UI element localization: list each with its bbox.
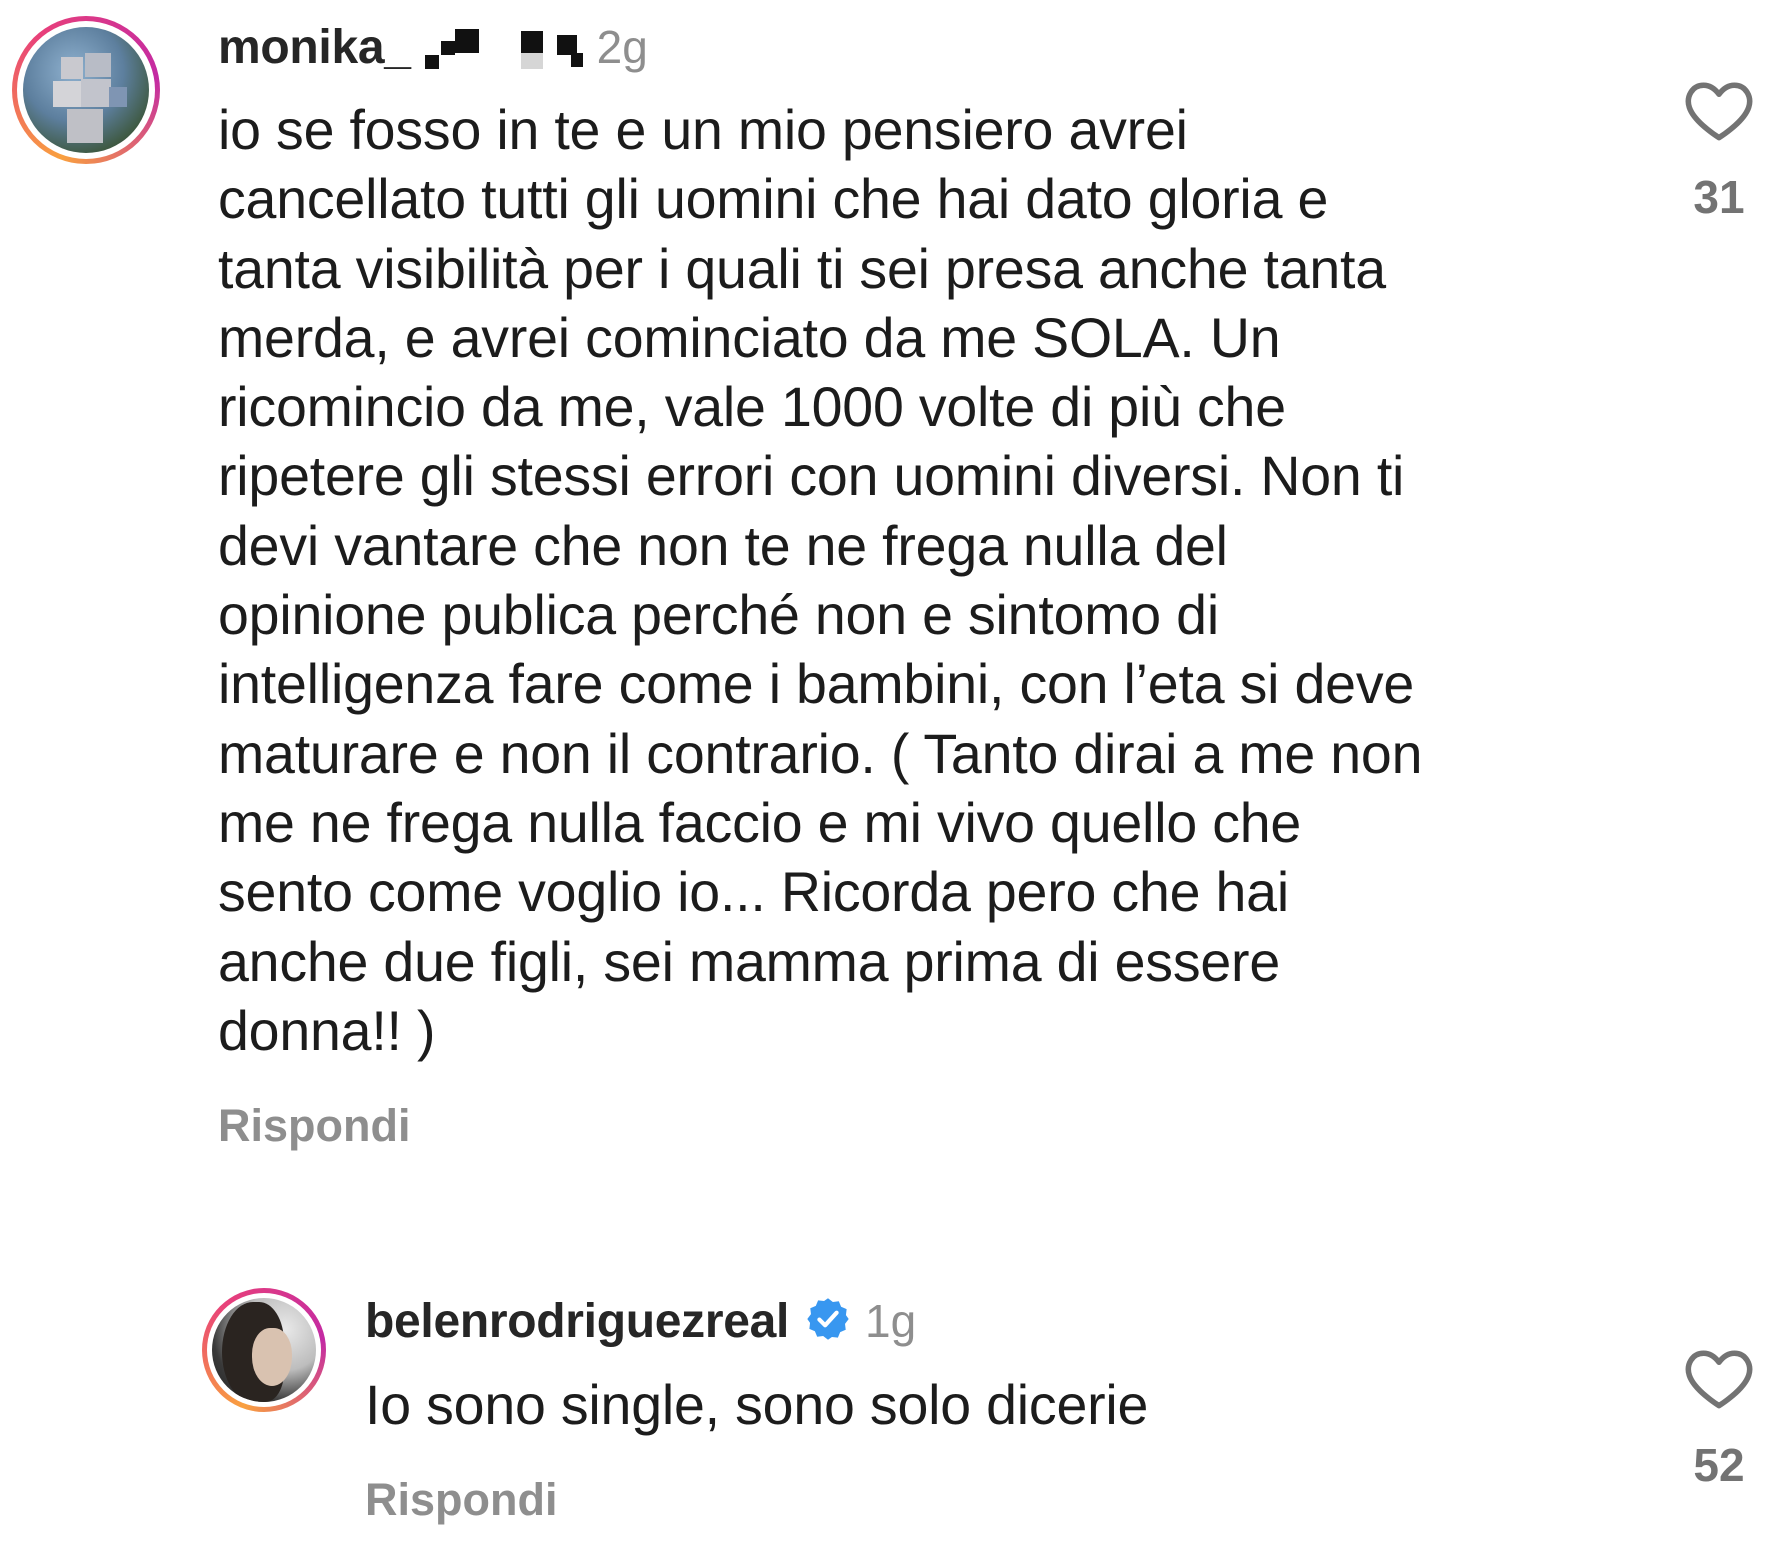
comment-time: 2g [596,21,648,73]
comment-time: 1g [865,1295,917,1347]
reply-button[interactable]: Rispondi [365,1474,557,1526]
like-group: 52 [1664,1346,1768,1492]
avatar-photo [212,1298,316,1402]
username[interactable]: belenrodriguezreal [365,1294,789,1349]
comment-text: io se fosso in te e un mio pensiero avre… [218,99,1423,1062]
username-censor-blocks [413,19,583,75]
avatar[interactable] [202,1288,326,1412]
reply-button[interactable]: Rispondi [218,1100,410,1152]
like-count: 31 [1693,171,1745,223]
like-count: 52 [1693,1439,1745,1491]
verified-badge-icon [805,1296,851,1347]
story-ring [207,1293,321,1407]
story-ring [17,21,155,159]
comment-header: monika_ 2g [218,14,648,80]
like-group: 31 [1664,78,1768,224]
heart-outline-icon[interactable] [1683,1346,1755,1410]
avatar-photo-blurred [23,27,149,153]
comment-text: Io sono single, sono solo dicerie [365,1374,1149,1436]
avatar[interactable] [12,16,160,164]
heart-outline-icon[interactable] [1683,78,1755,142]
username[interactable]: monika_ [218,20,411,75]
comment-header: belenrodriguezreal 1g [365,1288,916,1354]
